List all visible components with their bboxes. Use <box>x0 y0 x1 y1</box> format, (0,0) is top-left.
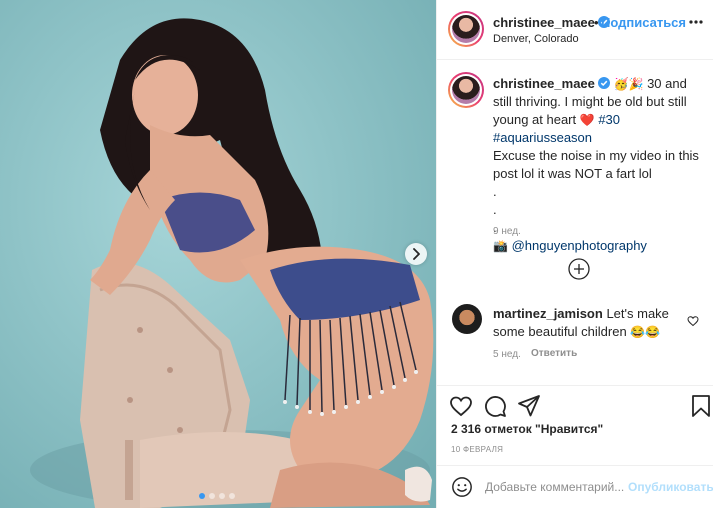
post-header: christinee_maee • Подписаться Denver, Co… <box>437 0 713 60</box>
hashtag-link[interactable]: #30 <box>598 112 620 127</box>
share-icon[interactable] <box>517 394 541 418</box>
next-photo-button[interactable] <box>405 243 427 265</box>
photo-illustration <box>0 0 436 508</box>
location-link[interactable]: Denver, Colorado <box>493 33 579 45</box>
load-more-comments-icon[interactable] <box>568 258 590 280</box>
post-date[interactable]: 10 ФЕВРАЛЯ <box>451 445 503 454</box>
more-options-icon[interactable] <box>689 20 703 24</box>
likes-count[interactable]: 2 316 отметок "Нравится" <box>451 422 603 436</box>
caption-dot: . <box>493 202 497 217</box>
caption-username[interactable]: christinee_maee <box>493 76 595 91</box>
comment-time[interactable]: 5 нед. <box>493 349 521 360</box>
post-actions: 2 316 отметок "Нравится" 10 ФЕВРАЛЯ <box>437 385 713 465</box>
instagram-post: christinee_maee • Подписаться Denver, Co… <box>0 0 713 508</box>
caption-time[interactable]: 9 нед. <box>493 226 521 237</box>
comment-input[interactable] <box>485 478 625 496</box>
publish-button[interactable]: Опубликовать <box>628 480 713 494</box>
follow-button[interactable]: Подписаться <box>601 15 686 30</box>
caption-dot: . <box>493 184 497 199</box>
comments-section: christinee_maee 🥳🎉 30 and still thriving… <box>437 61 713 385</box>
add-comment-bar: Опубликовать <box>437 465 713 508</box>
camera-emoji: 📸 <box>493 239 508 253</box>
comment-like-icon[interactable] <box>687 315 699 327</box>
save-bookmark-icon[interactable] <box>689 394 713 418</box>
commenter-username[interactable]: martinez_jamison <box>493 306 603 321</box>
avatar[interactable] <box>448 11 484 47</box>
header-username[interactable]: christinee_maee <box>493 15 610 30</box>
follow-separator: • <box>594 15 599 30</box>
party-popper-emoji: 🎉 <box>628 77 644 91</box>
party-face-emoji: 🥳 <box>613 77 629 91</box>
caption-text: christinee_maee 🥳🎉 30 and still thriving… <box>493 75 703 255</box>
carousel-dot <box>229 493 235 499</box>
carousel-indicator <box>199 493 239 499</box>
carousel-dot <box>209 493 215 499</box>
like-heart-icon[interactable] <box>449 394 473 418</box>
caption-avatar[interactable] <box>448 72 484 108</box>
reply-button[interactable]: Ответить <box>531 348 577 359</box>
post-sidebar: christinee_maee • Подписаться Denver, Co… <box>436 0 713 508</box>
mention-link[interactable]: @hnguyenphotography <box>512 238 647 253</box>
commenter-avatar[interactable] <box>452 304 482 334</box>
next-arrow-icon <box>413 248 420 260</box>
comment-icon[interactable] <box>483 394 507 418</box>
verified-badge-icon <box>597 77 610 89</box>
carousel-dot <box>219 493 225 499</box>
emoji-icon[interactable] <box>451 476 473 498</box>
post-photo[interactable] <box>0 0 436 508</box>
caption-body-2: Excuse the noise in my video in this pos… <box>493 148 699 181</box>
comment-text: martinez_jamison Let's make some beautif… <box>493 305 693 341</box>
carousel-dot <box>199 493 205 499</box>
laughing-emoji: 😂😂 <box>630 325 661 339</box>
hashtag-link[interactable]: #aquariusseason <box>493 130 592 145</box>
red-heart-emoji: ❤️ <box>579 113 595 127</box>
